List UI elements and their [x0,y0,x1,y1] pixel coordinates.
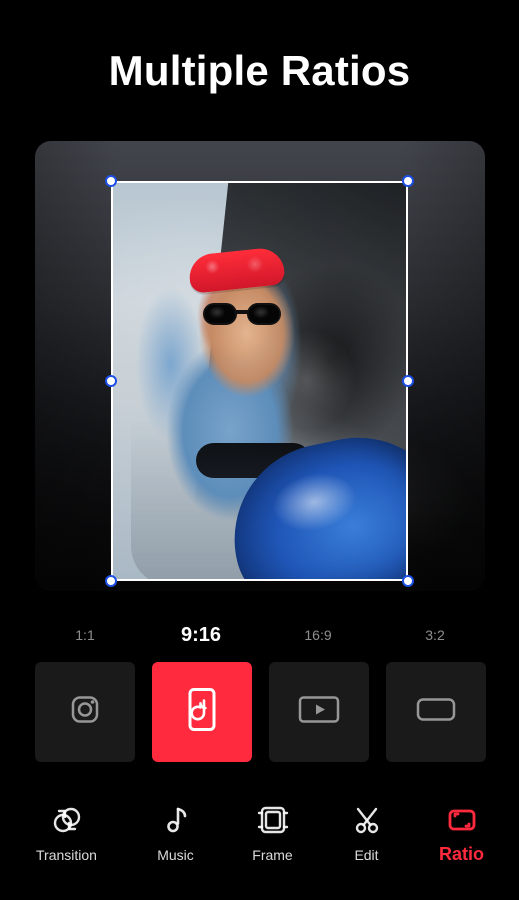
crop-handle-bottom-right[interactable] [402,575,414,587]
tool-ratio-label: Ratio [439,844,484,864]
ratio-tile-3-2[interactable] [386,662,486,762]
crop-handle-top-right[interactable] [402,175,414,187]
ratio-icon [445,803,479,837]
ratio-labels: 1:1 9:16 16:9 3:2 [35,620,485,650]
ratio-tile-1-1[interactable] [35,662,135,762]
ratio-tiles [35,662,486,762]
instagram-icon [67,692,103,733]
tool-transition-label: Transition [36,847,97,863]
bottom-toolbar: Transition Music Frame Edit Ratio [0,785,519,900]
tool-frame-label: Frame [252,847,293,863]
tool-frame[interactable]: Frame [221,785,324,875]
tool-music[interactable]: Music [124,785,227,875]
music-icon [159,803,193,837]
tool-transition[interactable]: Transition [15,785,118,875]
ratio-tile-16-9[interactable] [269,662,369,762]
ratio-label-16-9[interactable]: 16:9 [268,620,368,650]
ratio-label-3-2[interactable]: 3:2 [385,620,485,650]
crop-handle-bottom-left[interactable] [105,575,117,587]
tiktok-icon [182,686,222,739]
crop-rectangle[interactable] [111,181,408,581]
frame-icon [256,803,290,837]
crop-handle-right-mid[interactable] [402,375,414,387]
page-title: Multiple Ratios [108,47,411,94]
tool-ratio[interactable]: Ratio [410,785,513,875]
rectangle-icon [412,693,460,732]
tool-music-label: Music [157,847,194,863]
crop-handle-left-mid[interactable] [105,375,117,387]
crop-stage[interactable] [35,141,485,591]
crop-handle-top-left[interactable] [105,175,117,187]
tool-edit-label: Edit [354,847,379,863]
youtube-icon [295,693,343,732]
ratio-label-9-16[interactable]: 9:16 [151,620,251,650]
tool-edit[interactable]: Edit [315,785,418,875]
ratio-tile-9-16[interactable] [152,662,252,762]
ratio-label-1-1[interactable]: 1:1 [35,620,135,650]
scissors-icon [350,803,384,837]
transition-icon [50,803,84,837]
screen: Multiple Ratios 1:1 9:16 16:9 3:2 Transi… [0,0,519,900]
